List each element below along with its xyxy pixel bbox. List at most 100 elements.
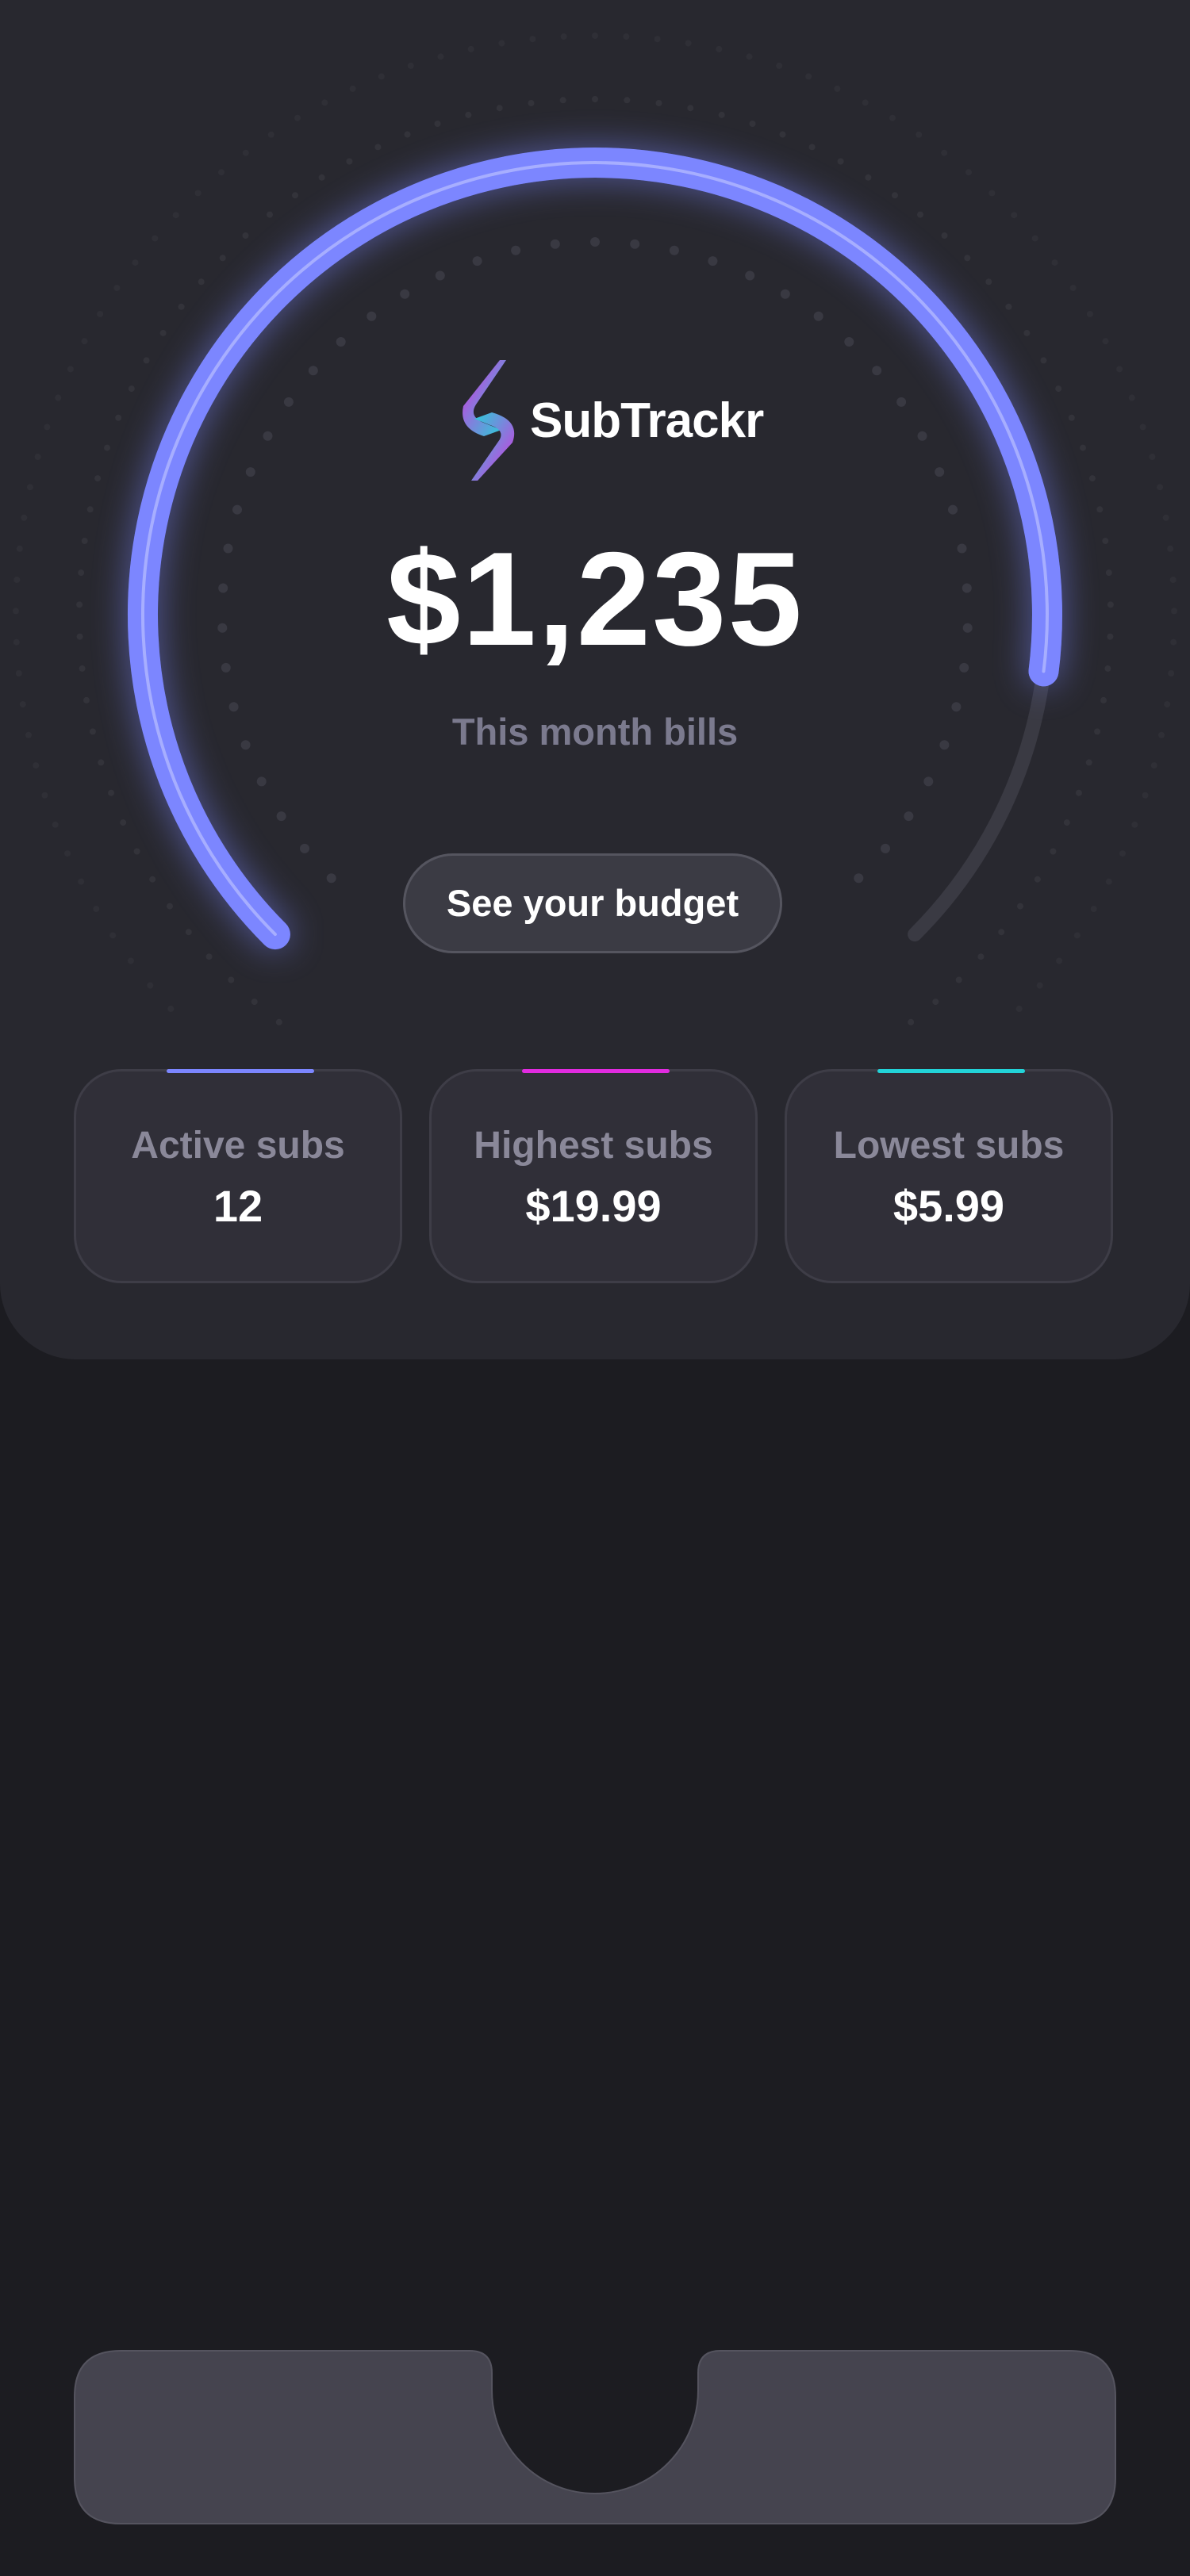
decorative-dot (708, 256, 718, 266)
decorative-dot (1090, 906, 1097, 912)
decorative-dot (1116, 366, 1123, 373)
decorative-dot (917, 431, 927, 441)
decorative-dot (294, 114, 301, 121)
decorative-dot (143, 357, 150, 364)
decorative-dot (256, 776, 267, 787)
decorative-dot (1031, 235, 1038, 242)
decorative-dot (167, 903, 173, 910)
decorative-dot (590, 237, 600, 247)
monthly-bills-caption: This month bills (451, 711, 739, 753)
decorative-dot (941, 232, 948, 239)
decorative-dot (1150, 762, 1157, 769)
tab-bar-shape (74, 2350, 1116, 2524)
decorative-dot (511, 245, 521, 255)
decorative-dot (251, 999, 258, 1006)
decorative-dot (550, 239, 560, 249)
decorative-dot (718, 111, 725, 118)
decorative-dot (149, 876, 156, 883)
decorative-dot (964, 255, 971, 262)
summary-panel: SubTrackr $1,235 This month bills See yo… (0, 0, 1190, 1359)
decorative-dot (318, 174, 325, 181)
card-accent-bar (167, 1069, 314, 1073)
highest-subs-card[interactable]: Highest subs $19.99 (429, 1069, 758, 1283)
decorative-dot (977, 953, 985, 960)
decorative-dot (336, 337, 346, 347)
decorative-dot (559, 97, 566, 104)
decorative-dot (1105, 878, 1112, 885)
decorative-dot (923, 776, 934, 787)
decorative-dot (104, 444, 110, 451)
decorative-dot (1157, 484, 1164, 491)
decorative-dot (172, 212, 179, 219)
decorative-dot (1075, 789, 1082, 796)
decorative-dot (780, 289, 790, 299)
decorative-dot (1068, 414, 1075, 421)
decorative-dot (19, 701, 26, 708)
decorative-dot (1005, 303, 1012, 310)
decorative-dot (998, 929, 1005, 936)
decorative-dot (98, 759, 105, 766)
decorative-dot (178, 303, 185, 310)
decorative-dot (1050, 848, 1057, 855)
decorative-dot (128, 385, 135, 393)
decorative-dot (198, 278, 205, 286)
decorative-dot (437, 53, 444, 60)
decorative-dot (948, 504, 958, 515)
decorative-dot (292, 192, 298, 199)
decorative-dot (896, 397, 907, 407)
subtrackr-logo-icon (463, 360, 515, 481)
decorative-dot (865, 174, 872, 181)
decorative-dot (26, 484, 33, 491)
decorative-dot (655, 100, 662, 106)
decorative-dot (904, 811, 914, 822)
decorative-dot (808, 144, 816, 151)
decorative-dot (716, 45, 723, 52)
decorative-dot (467, 45, 474, 52)
decorative-dot (592, 96, 598, 102)
decorative-dot (1119, 850, 1126, 857)
decorative-dot (624, 97, 631, 104)
decorative-dot (985, 278, 992, 286)
decorative-dot (367, 311, 377, 321)
card-label: Lowest subs (833, 1125, 1065, 1167)
decorative-dot (1164, 701, 1171, 708)
decorative-dot (630, 239, 640, 249)
decorative-dot (113, 285, 121, 291)
decorative-dot (1036, 982, 1043, 989)
lowest-subs-card[interactable]: Lowest subs $5.99 (785, 1069, 1113, 1283)
decorative-dot (267, 211, 273, 218)
app-name: SubTrackr (530, 393, 764, 448)
decorative-dot (1017, 903, 1023, 910)
see-budget-button[interactable]: See your budget (403, 853, 782, 953)
decorative-dot (152, 235, 159, 242)
decorative-dot (81, 338, 88, 345)
card-label: Active subs (131, 1125, 345, 1167)
decorative-dot (745, 270, 755, 281)
decorative-dot (276, 811, 286, 822)
decorative-dot (1040, 357, 1047, 364)
decorative-dot (133, 848, 140, 855)
active-subs-card[interactable]: Active subs 12 (74, 1069, 402, 1283)
decorative-dot (669, 245, 679, 255)
decorative-dot (872, 366, 882, 376)
bottom-tab-bar[interactable] (73, 2349, 1117, 2525)
card-value: $5.99 (892, 1181, 1005, 1231)
decorative-dot (34, 454, 41, 460)
decorative-dot (205, 953, 213, 960)
decorative-dot (300, 843, 309, 853)
decorative-dot (1063, 819, 1070, 826)
card-accent-bar (522, 1069, 670, 1073)
decorative-dot (1015, 1006, 1023, 1012)
decorative-dot (219, 255, 226, 262)
decorative-dot (78, 878, 85, 885)
decorative-dot (837, 158, 844, 165)
decorative-dot (988, 190, 996, 197)
decorative-dot (275, 1018, 282, 1025)
decorative-dot (374, 144, 382, 151)
decorative-dot (834, 85, 841, 92)
decorative-dot (242, 232, 249, 239)
decorative-dot (776, 62, 783, 69)
decorative-dot (965, 169, 972, 176)
decorative-dot (813, 311, 823, 321)
decorative-dot (687, 105, 694, 112)
